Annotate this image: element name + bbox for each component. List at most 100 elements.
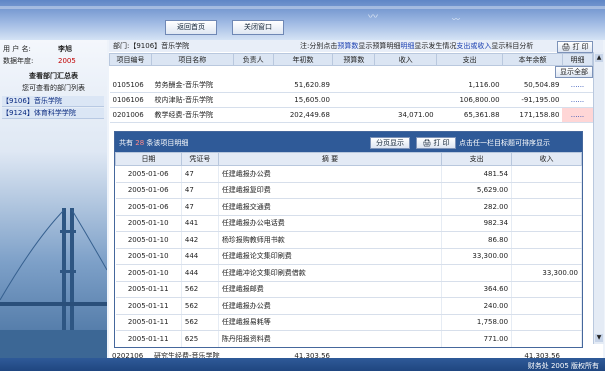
col-code[interactable]: 项目编号 <box>109 53 152 66</box>
col-date[interactable]: 日期 <box>115 152 182 166</box>
detail-voucher: 562 <box>181 281 219 298</box>
hint-text: 注:分别点击预算数显示预算明细明细显示发生情况支出或收入显示科目分析 <box>300 42 534 50</box>
detail-voucher: 47 <box>181 182 219 199</box>
detail-date: 2005-01-06 <box>115 198 182 216</box>
detail-summary: 任建峨报易耗等 <box>218 314 443 331</box>
col-begin[interactable]: 年初数 <box>272 53 334 66</box>
detail-date: 2005-01-11 <box>115 314 182 331</box>
seagull-icon: 〰 <box>368 12 378 23</box>
detail-expense <box>441 264 513 282</box>
detail-row: 2005-01-11 562 任建峨报办公费 240.00 <box>115 297 582 315</box>
detail-expense: 1,758.00 <box>441 314 513 331</box>
user-value: 李旭 <box>58 45 72 53</box>
close-window-button[interactable]: 关闭窗口 <box>232 20 284 35</box>
detail-row: 2005-01-06 47 任建峨报交通费 282.00 <box>115 198 582 216</box>
detail-voucher: 47 <box>181 165 219 183</box>
detail-summary: 杨珍报购教师用书款 <box>218 231 443 249</box>
row-code: 0202106 <box>109 349 151 358</box>
summary-link[interactable]: 查看部门汇总表 <box>0 71 107 82</box>
row-budget[interactable] <box>332 77 375 93</box>
row-budget[interactable] <box>332 92 375 108</box>
vertical-scrollbar[interactable]: ▲ ▼ <box>593 52 604 344</box>
detail-voucher: 47 <box>181 198 219 216</box>
col-owner[interactable]: 负责人 <box>232 53 274 66</box>
row-income[interactable] <box>374 77 437 93</box>
detail-date: 2005-01-06 <box>115 165 182 183</box>
row-detail-link[interactable]: ...... <box>562 107 593 123</box>
project-table-header: 项目编号 项目名称 负责人 年初数 预算数 收入 支出 本年余额 明细 <box>109 53 594 66</box>
dept-item-9106[interactable]: 【9106】音乐学院 <box>2 96 104 107</box>
dept-item-9124[interactable]: 【9124】体育科学学院 <box>2 108 104 119</box>
col-budget[interactable]: 预算数 <box>332 53 376 66</box>
row-expense[interactable]: 1,116.00 <box>436 77 503 93</box>
detail-date: 2005-01-10 <box>115 264 182 282</box>
detail-row: 2005-01-10 444 任建峨报论文集印刷费 33,300.00 <box>115 248 582 265</box>
row-balance: 171,158.80 <box>502 107 563 123</box>
row-income[interactable]: 34,071.00 <box>374 107 437 123</box>
expense-link-hint: 支出或收入 <box>456 42 492 50</box>
year-label: 数据年度: <box>3 57 34 65</box>
footer-text: 财务处 2005 版权所有 <box>527 362 599 370</box>
row-income[interactable] <box>374 92 437 108</box>
row-balance: -91,195.00 <box>502 92 563 108</box>
detail-voucher: 625 <box>181 330 219 347</box>
popup-print-button[interactable]: 🖨 打 印 <box>416 137 456 149</box>
table-row[interactable]: 0201006 教学经费-音乐学院 202,449.68 34,071.00 6… <box>109 107 593 123</box>
dept-header: 部门:【9106】音乐学院 注:分别点击预算数显示预算明细明细显示发生情况支出或… <box>109 40 603 53</box>
detail-expense: 240.00 <box>441 297 513 315</box>
detail-table: 日期 凭证号 摘 要 支出 收入 2005-01-06 47 任建峨报办公费 481.… <box>115 152 582 347</box>
detail-summary: 任建峨报复印费 <box>218 182 443 199</box>
detail-income <box>511 281 582 298</box>
budget-link-hint: 预算数 <box>337 42 359 50</box>
row-name: 教学经费-音乐学院 <box>151 107 234 123</box>
col-income[interactable]: 收入 <box>511 152 582 166</box>
row-budget[interactable] <box>332 107 375 123</box>
table-row[interactable]: 0202106 研究生经费-音乐学院 41,303.56 41,303.56 <box>109 349 593 358</box>
detail-expense: 282.00 <box>441 198 513 216</box>
back-home-button[interactable]: 返回首页 <box>165 20 217 35</box>
user-label: 用 户 名: <box>3 45 31 53</box>
detail-date: 2005-01-11 <box>115 330 182 347</box>
col-balance[interactable]: 本年余额 <box>502 53 563 66</box>
detail-voucher: 562 <box>181 314 219 331</box>
row-begin: 51,620.89 <box>273 77 333 93</box>
detail-summary: 任建峨冲论文集印刷费借款 <box>218 264 443 282</box>
col-expense[interactable]: 支出 <box>436 53 504 66</box>
user-row: 用 户 名: 李旭 <box>0 44 107 55</box>
col-summary[interactable]: 摘 要 <box>217 152 443 166</box>
detail-link-hint: 明细 <box>400 42 415 50</box>
detail-summary: 任建峨报论文集印刷费 <box>218 248 443 265</box>
row-owner <box>233 77 273 93</box>
dept-list-title: 您可查看的部门列表 <box>22 84 85 92</box>
detail-voucher: 442 <box>181 231 219 249</box>
popup-header: 共有 28 条该项目明细 分页显示 🖨 打 印 点击任一栏目标题可排序显示 <box>115 132 582 152</box>
row-expense[interactable]: 106,800.00 <box>436 92 503 108</box>
row-balance: 41,303.56 <box>503 349 563 358</box>
row-expense[interactable]: 65,361.88 <box>436 107 503 123</box>
col-name[interactable]: 项目名称 <box>150 53 234 66</box>
col-detail[interactable]: 明细 <box>561 53 594 66</box>
printer-icon: 🖨 <box>422 139 432 147</box>
detail-row: 2005-01-06 47 任建峨报办公费 481.54 <box>115 165 582 183</box>
row-code: 0105106 <box>109 77 152 93</box>
detail-row: 2005-01-11 625 陈丹阳报资料费 771.00 <box>115 330 582 347</box>
row-detail-link[interactable]: ...... <box>562 92 593 108</box>
col-income[interactable]: 收入 <box>374 53 438 66</box>
row-detail-link[interactable]: ...... <box>562 77 593 93</box>
show-all-button[interactable]: 显示全部 <box>555 66 593 78</box>
detail-income <box>511 330 582 347</box>
table-row[interactable]: 0106106 校内津贴-音乐学院 15,605.00 106,800.00 -… <box>109 92 593 108</box>
table-row[interactable]: 0105106 劳务酬金-音乐学院 51,620.89 1,116.00 50,… <box>109 77 593 93</box>
detail-date: 2005-01-11 <box>115 281 182 298</box>
detail-row: 2005-01-11 562 任建峨报易耗等 1,758.00 <box>115 314 582 331</box>
print-button[interactable]: 🖨 打 印 <box>557 41 593 53</box>
detail-voucher: 444 <box>181 264 219 282</box>
scroll-up-icon[interactable]: ▲ <box>595 54 603 62</box>
row-begin: 41,303.56 <box>273 349 333 358</box>
col-expense[interactable]: 支出 <box>441 152 513 166</box>
row-begin: 202,449.68 <box>273 107 333 123</box>
paged-view-button[interactable]: 分页显示 <box>370 137 410 149</box>
col-voucher[interactable]: 凭证号 <box>180 152 219 166</box>
scroll-down-icon[interactable]: ▼ <box>595 334 603 342</box>
row-name: 研究生经费-音乐学院 <box>151 349 233 358</box>
